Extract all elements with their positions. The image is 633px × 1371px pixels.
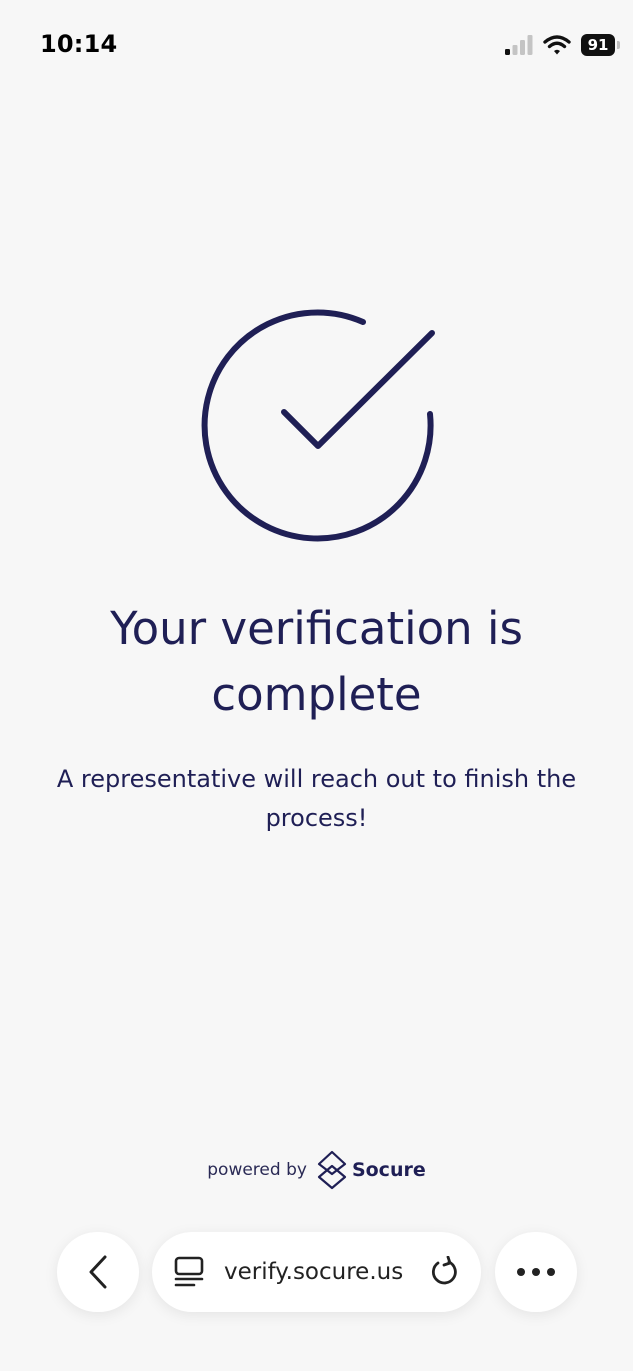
more-icon [517, 1268, 555, 1276]
powered-by: powered by Socure [0, 1150, 633, 1190]
status-bar: 10:14 91 [0, 0, 633, 90]
battery-level: 91 [587, 35, 609, 54]
url-text[interactable]: verify.socure.us [224, 1259, 427, 1285]
back-button[interactable] [57, 1232, 139, 1312]
more-button[interactable] [495, 1232, 577, 1312]
signal-icon [505, 35, 533, 55]
tabs-icon[interactable] [174, 1256, 204, 1288]
reload-icon[interactable] [427, 1256, 459, 1288]
powered-by-label: powered by [207, 1160, 307, 1180]
check-circle-icon [201, 309, 435, 542]
completion-message: A representative will reach out to finis… [56, 765, 577, 832]
wifi-icon [543, 35, 571, 55]
page-title: Your verification is complete [110, 602, 523, 721]
browser-toolbar: verify.socure.us [0, 1232, 633, 1314]
socure-logo-icon [317, 1150, 347, 1190]
status-time: 10:14 [40, 30, 118, 58]
address-bar[interactable]: verify.socure.us [152, 1232, 481, 1312]
status-icons: 91 [505, 34, 620, 56]
brand-name: Socure [351, 1159, 426, 1181]
battery-icon: 91 [581, 34, 620, 56]
chevron-left-icon [89, 1255, 107, 1289]
socure-logo: Socure [317, 1150, 426, 1190]
